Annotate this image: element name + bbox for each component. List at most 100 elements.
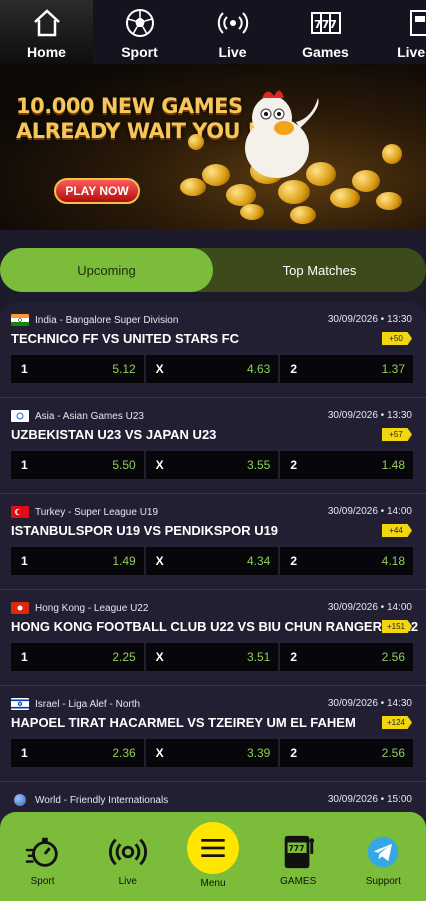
india-flag-icon (11, 314, 29, 326)
odds-row: 1 5.12 X 4.63 2 1.37 (11, 355, 414, 383)
odds-draw-button[interactable]: X 3.55 (145, 451, 279, 479)
bottom-nav-sport-label: Sport (30, 876, 55, 887)
odds-label: 2 (290, 554, 298, 568)
odds-row: 1 2.25 X 3.51 2 2.56 (11, 643, 414, 671)
more-markets-badge[interactable]: +44 (382, 524, 412, 537)
slot-machine-icon: 777 (278, 832, 318, 872)
odds-value: 4.34 (246, 554, 271, 568)
odds-home-button[interactable]: 1 2.36 (11, 739, 144, 767)
odds-label: X (155, 362, 164, 376)
bottom-nav-sport[interactable]: Sport (0, 812, 85, 901)
odds-home-button[interactable]: 1 1.49 (11, 547, 144, 575)
odds-label: X (155, 650, 164, 664)
play-now-button[interactable]: PLAY NOW (54, 178, 140, 204)
menu-hamburger-icon (187, 822, 239, 874)
odds-draw-button[interactable]: X 4.34 (145, 547, 279, 575)
bottom-nav-menu-label: Menu (200, 878, 226, 889)
match-teams: HAPOEL TIRAT HACARMEL VS TZEIREY UM EL F… (11, 715, 356, 730)
match-card[interactable]: Israel - Liga Alef - North 30/09/2026 • … (0, 686, 426, 782)
league-info: World - Friendly Internationals (11, 794, 168, 806)
match-teams: HONG KONG FOOTBALL CLUB U22 VS BIU CHUN … (11, 619, 419, 634)
odds-away-button[interactable]: 2 2.56 (280, 643, 414, 671)
more-markets-badge[interactable]: +57 (382, 428, 412, 441)
odds-away-button[interactable]: 2 1.37 (280, 355, 414, 383)
odds-label: 1 (21, 554, 28, 568)
home-icon (30, 6, 64, 40)
match-datetime: 30/09/2026 • 13:30 (327, 314, 412, 325)
odds-home-button[interactable]: 1 5.50 (11, 451, 144, 479)
tab-upcoming[interactable]: Upcoming (0, 248, 213, 292)
bottom-navigation: Sport Live Menu 777 GAMES Support (0, 812, 426, 901)
more-markets-badge[interactable]: +151 (382, 620, 412, 633)
svg-text:777: 777 (289, 844, 305, 853)
bottom-nav-support-label: Support (365, 876, 401, 887)
turkey-flag-icon (11, 506, 29, 518)
odds-value: 2.36 (112, 746, 136, 760)
odds-value: 4.18 (381, 554, 406, 568)
slot-machine-icon: 777 (309, 6, 343, 40)
bottom-nav-games[interactable]: 777 GAMES (256, 812, 341, 901)
asia-flag-icon (11, 410, 29, 422)
live-broadcast-icon (216, 6, 250, 40)
match-card[interactable]: India - Bangalore Super Division 30/09/2… (0, 302, 426, 398)
league-info: Hong Kong - League U22 (11, 602, 148, 614)
tab-games[interactable]: 777 Games (279, 0, 372, 64)
odds-row: 1 5.50 X 3.55 2 1.48 (11, 451, 414, 479)
match-card[interactable]: Hong Kong - League U22 30/09/2026 • 14:0… (0, 590, 426, 686)
world-globe-icon (14, 794, 26, 806)
more-markets-badge[interactable]: +124 (382, 716, 412, 729)
odds-value: 5.50 (112, 458, 136, 472)
odds-value: 4.63 (246, 362, 271, 376)
odds-row: 1 2.36 X 3.39 2 2.56 (11, 739, 414, 767)
odds-label: 1 (21, 458, 28, 472)
live-broadcast-icon (108, 832, 148, 872)
odds-label: 2 (290, 458, 298, 472)
tab-games-label: Games (302, 44, 349, 60)
odds-value: 3.39 (246, 746, 271, 760)
odds-home-button[interactable]: 1 2.25 (11, 643, 144, 671)
odds-label: 1 (21, 746, 28, 760)
tab-home[interactable]: Home (0, 0, 93, 64)
odds-home-button[interactable]: 1 5.12 (11, 355, 144, 383)
top-navigation: Home Sport Live 777 Games Live G (0, 0, 426, 64)
promo-banner[interactable]: 10.000 NEW GAMES ALREADY WAIT YOU !!! PL… (0, 64, 426, 230)
odds-draw-button[interactable]: X 3.51 (145, 643, 279, 671)
odds-label: 1 (21, 362, 28, 376)
bottom-nav-menu[interactable]: Menu (170, 812, 255, 901)
bottom-nav-live[interactable]: Live (85, 812, 170, 901)
odds-value: 3.55 (246, 458, 271, 472)
match-list: India - Bangalore Super Division 30/09/2… (0, 302, 426, 822)
tab-sport[interactable]: Sport (93, 0, 186, 64)
match-datetime: 30/09/2026 • 14:30 (327, 698, 412, 709)
tab-top-matches[interactable]: Top Matches (213, 248, 426, 292)
match-card[interactable]: Asia - Asian Games U23 30/09/2026 • 13:3… (0, 398, 426, 494)
match-teams: ISTANBULSPOR U19 VS PENDIKSPOR U19 (11, 523, 279, 538)
odds-away-button[interactable]: 2 4.18 (280, 547, 414, 575)
soccer-ball-icon (123, 6, 157, 40)
hong-kong-flag-icon (11, 602, 29, 614)
tab-live[interactable]: Live (186, 0, 279, 64)
league-info: Asia - Asian Games U23 (11, 410, 144, 422)
tab-live-games[interactable]: Live G (372, 0, 426, 64)
israel-flag-icon (11, 698, 29, 710)
league-name: India - Bangalore Super Division (35, 314, 179, 326)
more-markets-badge[interactable]: +50 (382, 332, 412, 345)
bottom-nav-live-label: Live (118, 876, 137, 887)
odds-label: X (155, 554, 164, 568)
odds-value: 1.37 (381, 362, 406, 376)
match-filter-toggle: Upcoming Top Matches (0, 248, 426, 292)
odds-value: 2.56 (381, 650, 406, 664)
match-card[interactable]: Turkey - Super League U19 30/09/2026 • 1… (0, 494, 426, 590)
odds-label: 2 (290, 650, 298, 664)
bottom-nav-support[interactable]: Support (341, 812, 426, 901)
svg-text:777: 777 (314, 18, 337, 31)
league-info: Israel - Liga Alef - North (11, 698, 140, 710)
odds-away-button[interactable]: 2 2.56 (280, 739, 414, 767)
odds-draw-button[interactable]: X 3.39 (145, 739, 279, 767)
odds-draw-button[interactable]: X 4.63 (145, 355, 279, 383)
odds-away-button[interactable]: 2 1.48 (280, 451, 414, 479)
league-name: World - Friendly Internationals (35, 794, 169, 806)
odds-label: 2 (290, 746, 298, 760)
telegram-icon (363, 832, 403, 872)
odds-label: 2 (290, 362, 298, 376)
